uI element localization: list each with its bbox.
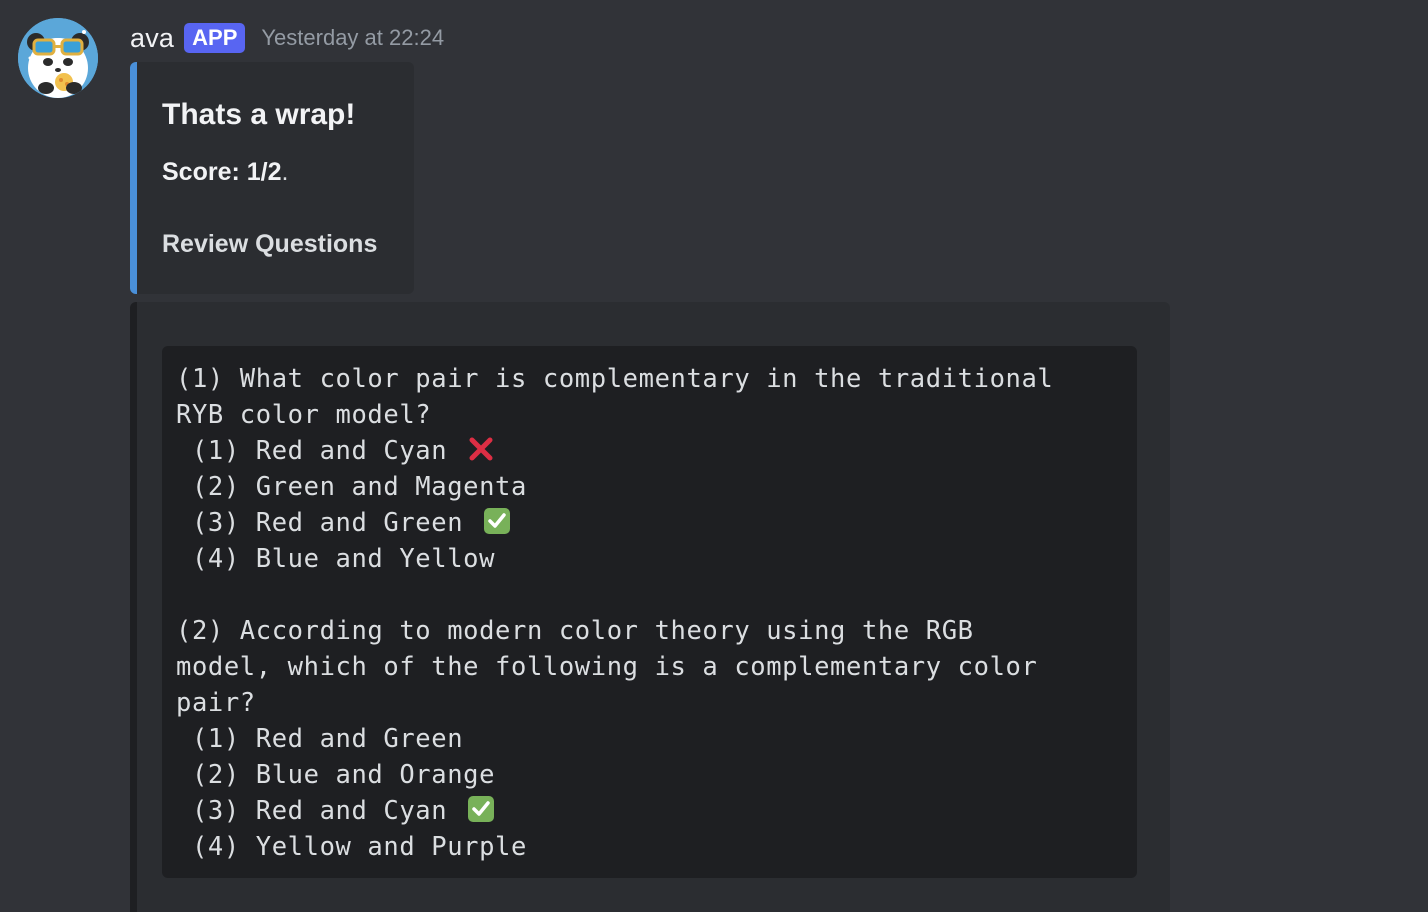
code-line-text: (2) Green and Magenta	[176, 472, 527, 502]
code-line-text: (3) Red and Green	[176, 508, 480, 538]
code-line: (1) Red and Cyan	[176, 433, 1123, 469]
score-value: 1/2	[246, 158, 282, 186]
code-line: (2) Green and Magenta	[176, 469, 1123, 505]
code-line: (4) Yellow and Purple	[176, 829, 1123, 865]
score-text: Score: 1/2.	[162, 158, 288, 187]
check-mark-icon	[467, 795, 495, 833]
embed-title: Thats a wrap!	[162, 98, 356, 131]
timestamp[interactable]: Yesterday at 22:24	[261, 25, 444, 51]
code-line: (4) Blue and Yellow	[176, 541, 1123, 577]
code-line: RYB color model?	[176, 397, 1123, 433]
review-heading: Review Questions	[162, 230, 378, 258]
code-line-text: (4) Blue and Yellow	[176, 544, 496, 574]
code-line: (2) According to modern color theory usi…	[176, 613, 1123, 649]
code-line-text: (1) Red and Green	[176, 724, 464, 754]
chat-message: ava APP Yesterday at 22:24 Thats a wrap!…	[0, 0, 1428, 912]
code-line: (3) Red and Cyan	[176, 793, 1123, 829]
code-line: (3) Red and Green	[176, 505, 1123, 541]
review-embed: (1) What color pair is complementary in …	[130, 302, 1170, 912]
summary-embed: Thats a wrap! Score: 1/2. Review Questio…	[130, 62, 414, 294]
code-line: pair?	[176, 685, 1123, 721]
code-line-text: pair?	[176, 688, 256, 718]
code-line-text: (1) What color pair is complementary in …	[176, 364, 1054, 394]
cross-mark-icon	[467, 435, 495, 473]
score-label: Score:	[162, 158, 240, 186]
code-line-text: (3) Red and Cyan	[176, 796, 464, 826]
app-badge: APP	[184, 23, 246, 53]
code-line-text: model, which of the following is a compl…	[176, 652, 1038, 682]
code-line: (2) Blue and Orange	[176, 757, 1123, 793]
score-suffix: .	[281, 158, 289, 186]
code-line: (1) What color pair is complementary in …	[176, 361, 1123, 397]
code-line-text: (1) Red and Cyan	[176, 436, 464, 466]
code-line: model, which of the following is a compl…	[176, 649, 1123, 685]
review-code-block: (1) What color pair is complementary in …	[162, 346, 1137, 878]
code-line-text: (2) Blue and Orange	[176, 760, 496, 790]
message-header: ava APP Yesterday at 22:24	[130, 18, 444, 58]
panda-avatar-icon[interactable]	[18, 18, 98, 98]
code-line: (1) Red and Green	[176, 721, 1123, 757]
code-line-text: RYB color model?	[176, 400, 432, 430]
check-mark-icon	[483, 507, 511, 545]
code-line-text: (4) Yellow and Purple	[176, 832, 527, 862]
username[interactable]: ava	[130, 23, 174, 54]
code-line-text: (2) According to modern color theory usi…	[176, 616, 974, 646]
